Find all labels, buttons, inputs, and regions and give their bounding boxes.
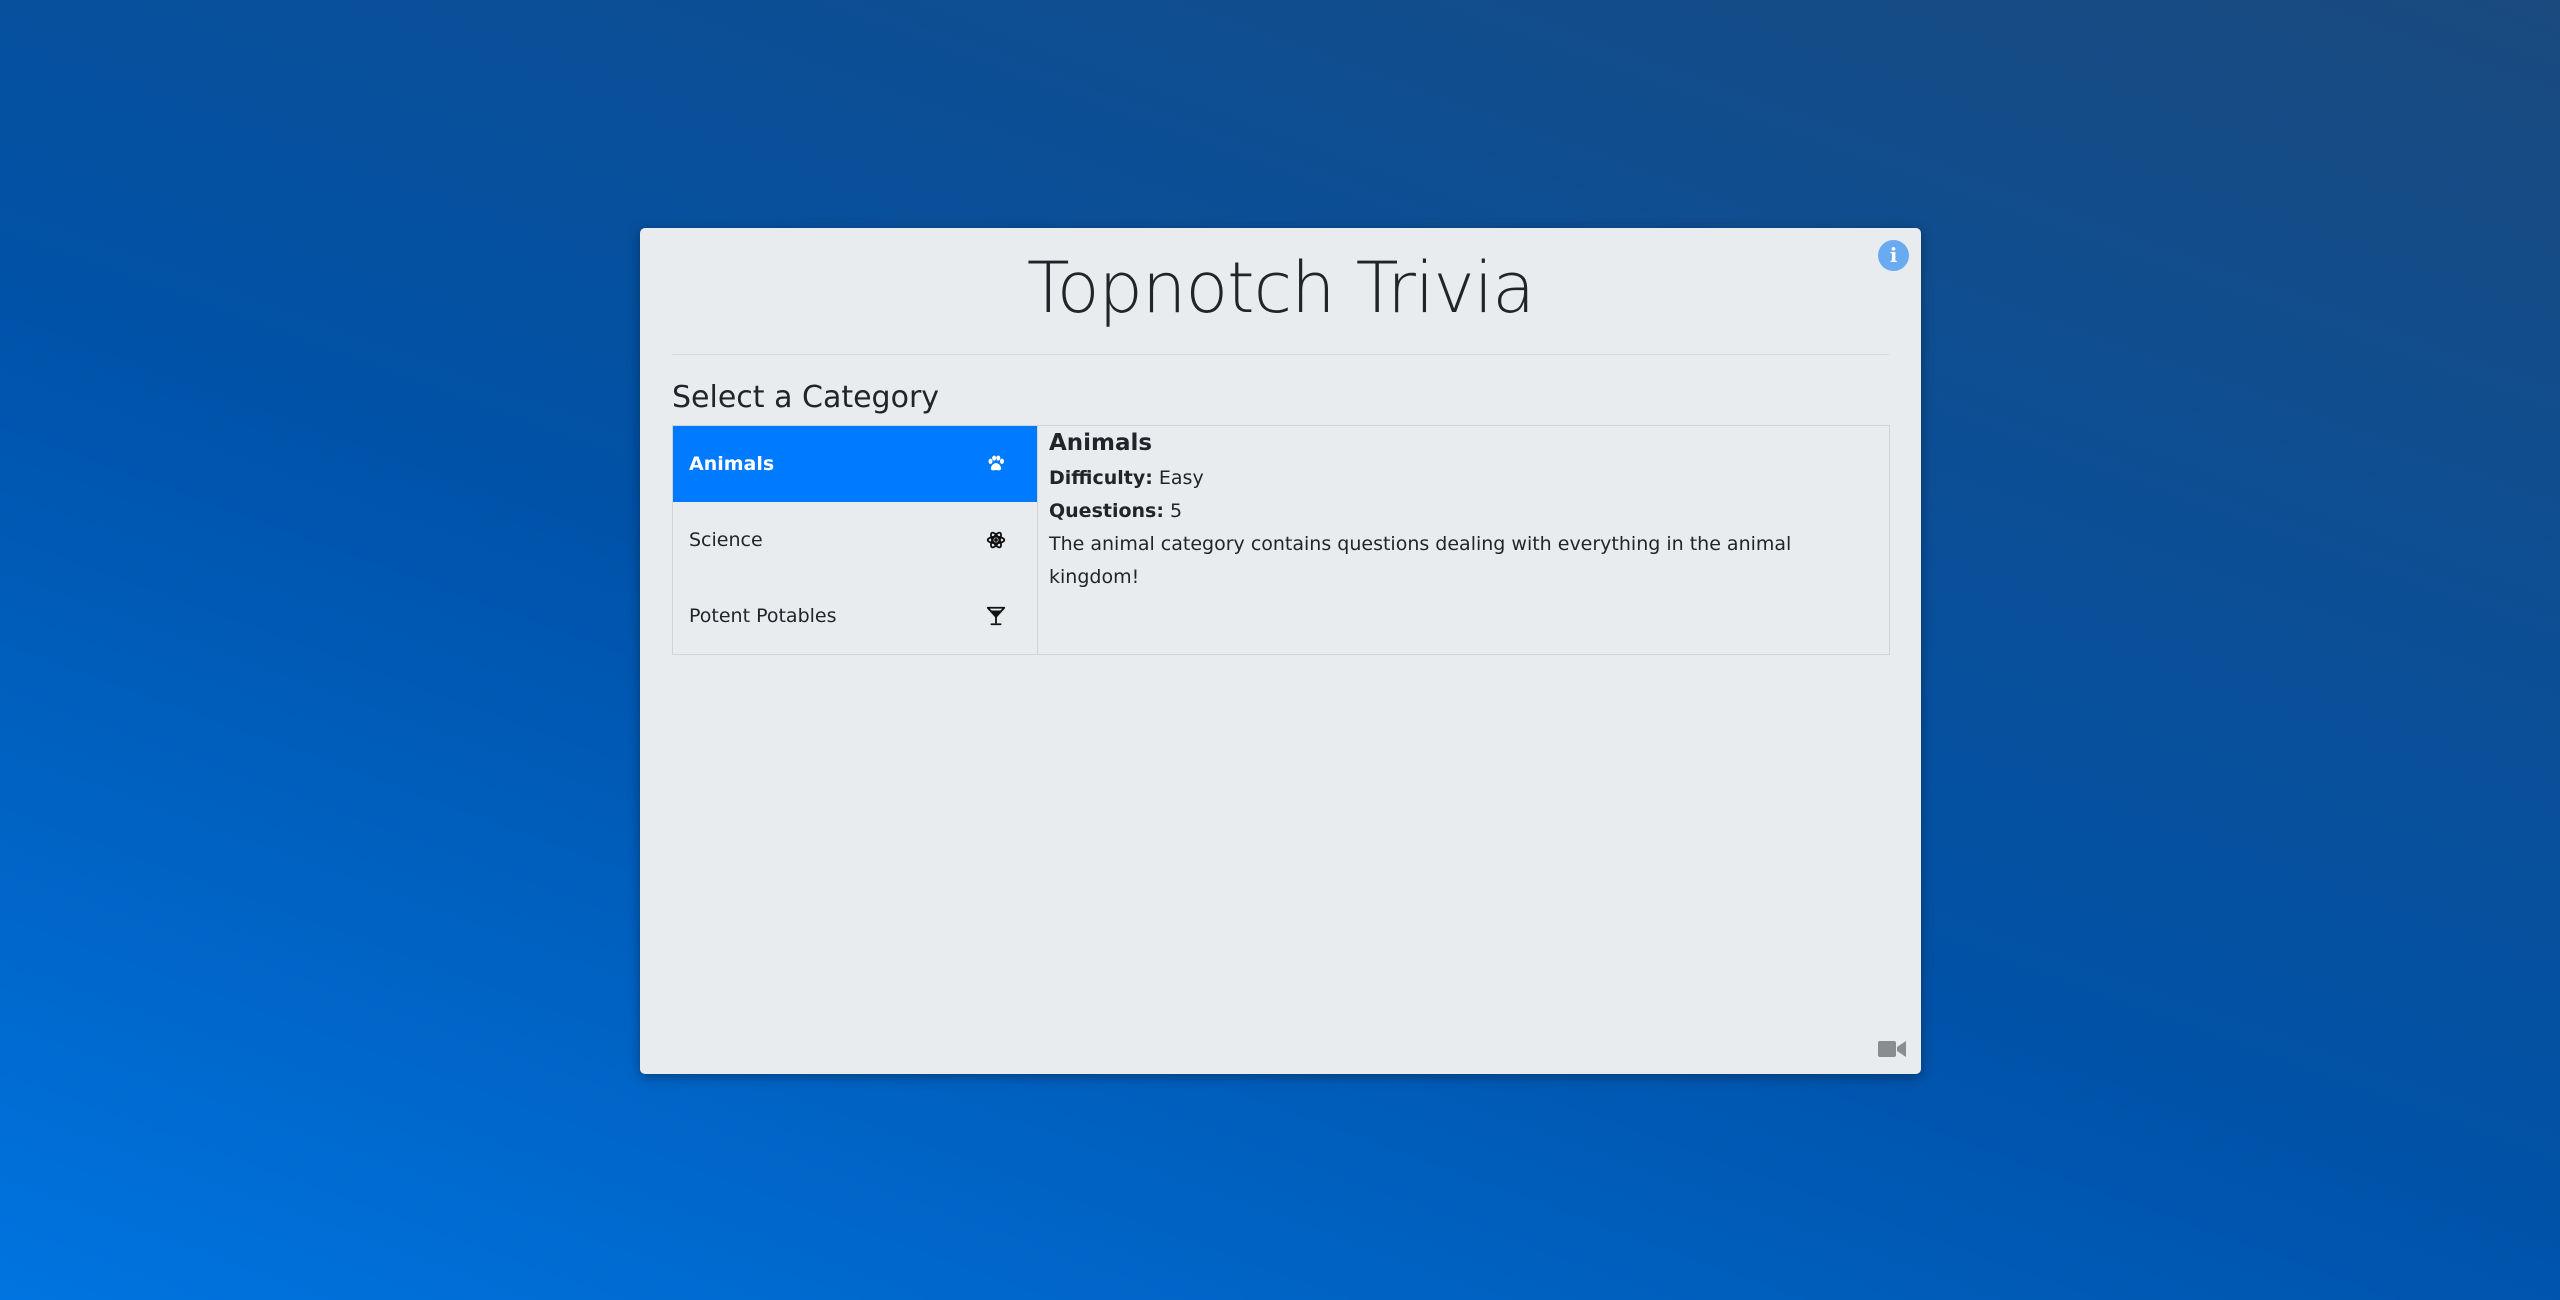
difficulty-row: Difficulty: Easy	[1049, 462, 1879, 495]
questions-value: 5	[1170, 500, 1183, 522]
page-title: Topnotch Trivia	[1026, 247, 1535, 329]
difficulty-label: Difficulty:	[1049, 467, 1153, 489]
cocktail-glass-icon	[986, 606, 1006, 626]
category-detail: Animals Difficulty: Easy Questions: 5 Th…	[1049, 426, 1879, 588]
category-label: Science	[689, 529, 763, 551]
video-camera-icon[interactable]	[1877, 1038, 1907, 1060]
category-list: Animals Science Potent Potables	[673, 426, 1038, 654]
questions-label: Questions:	[1049, 500, 1164, 522]
category-item-science[interactable]: Science	[673, 502, 1037, 578]
category-label: Potent Potables	[689, 605, 837, 627]
category-description: The animal category contains questions d…	[1049, 533, 1792, 588]
main-card: i Topnotch Trivia Select a Category Anim…	[640, 228, 1921, 1074]
category-panel: Animals Science Potent Potables Animals …	[672, 425, 1890, 655]
questions-row: Questions: 5	[1049, 495, 1879, 528]
category-item-potent-potables[interactable]: Potent Potables	[673, 578, 1037, 654]
atom-icon	[986, 531, 1006, 549]
paw-icon	[988, 455, 1004, 471]
detail-title: Animals	[1049, 430, 1153, 456]
category-item-animals[interactable]: Animals	[673, 426, 1037, 502]
section-heading: Select a Category	[672, 380, 940, 415]
title-divider	[672, 354, 1889, 355]
difficulty-value: Easy	[1158, 467, 1204, 489]
category-label: Animals	[689, 453, 775, 475]
